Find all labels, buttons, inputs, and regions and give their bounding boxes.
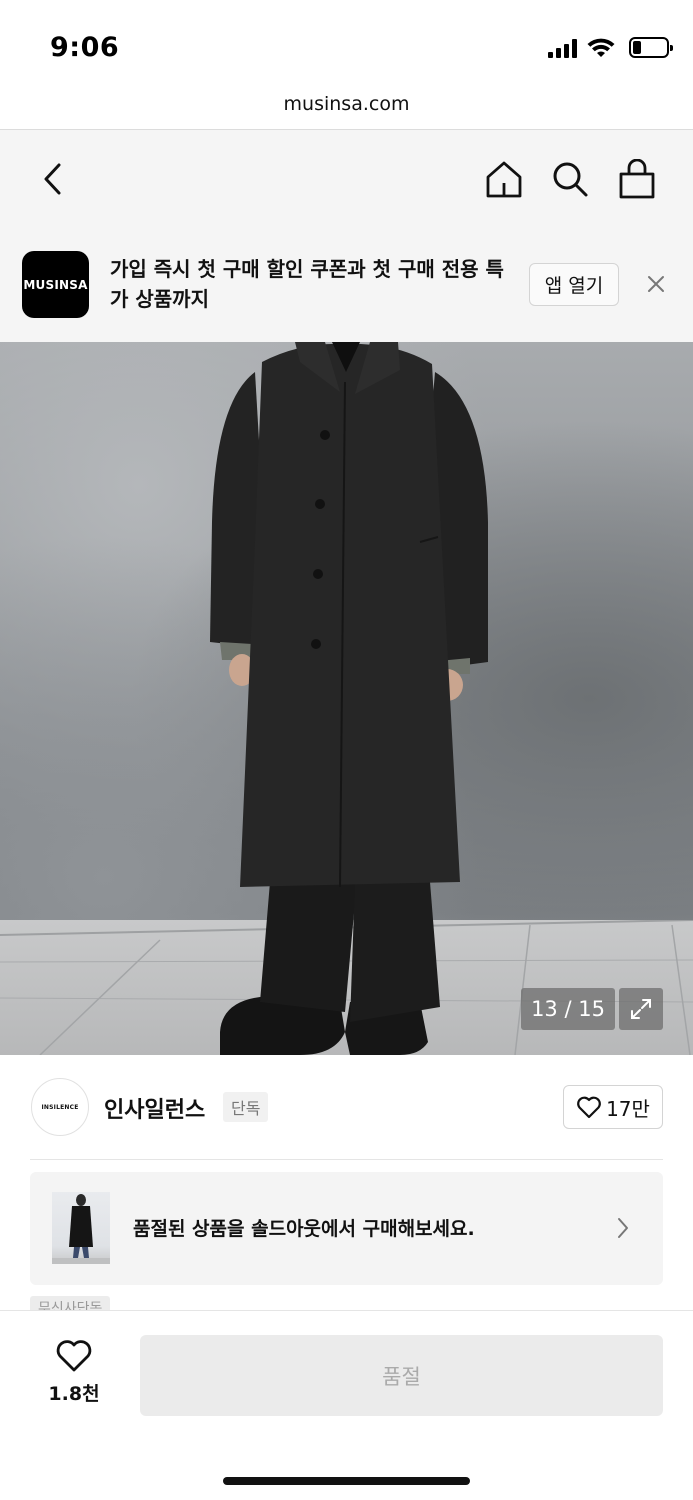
expand-icon [631,999,651,1019]
soldout-thumbnail [52,1192,110,1264]
brand-like-button[interactable]: 17만 [563,1085,663,1129]
home-button[interactable] [479,154,529,204]
shopping-bag-icon [619,159,655,199]
back-button[interactable] [28,154,78,204]
musinsa-app-logo: MUSINSA [22,251,89,318]
search-icon [553,162,588,197]
brand-name[interactable]: 인사일런스 [104,1092,205,1124]
wishlist-button[interactable]: 1.8천 [30,1339,118,1419]
sold-out-button[interactable]: 품절 [140,1335,663,1416]
banner-close-button[interactable] [640,268,672,300]
brand-logo[interactable]: INSILENCE [31,1078,89,1136]
heart-icon [577,1096,601,1119]
product-image-gallery[interactable]: 13 / 15 [0,342,693,1055]
exclusive-badge: 단독 [223,1092,269,1122]
soldout-message: 품절된 상품을 솔드아웃에서 구매해보세요. [133,1218,475,1240]
close-icon [648,276,664,292]
divider [30,1159,663,1160]
soldout-promo-card[interactable]: 품절된 상품을 솔드아웃에서 구매해보세요. [30,1172,663,1285]
home-icon [486,161,522,198]
home-indicator[interactable] [223,1477,470,1485]
expand-image-button[interactable] [619,988,663,1030]
heart-icon [56,1340,92,1372]
open-app-button[interactable]: 앱 열기 [529,263,619,306]
back-arrow-icon [44,163,61,195]
status-icons [548,37,673,58]
wishlist-count: 1.8천 [48,1383,100,1405]
battery-fill [633,41,641,54]
wifi-icon [587,38,615,57]
status-bar: 9:06 [0,0,693,80]
brand-row: INSILENCE 인사일런스 단독 17만 [0,1055,693,1160]
app-install-banner: MUSINSA 가입 즉시 첫 구매 할인 쿠폰과 첫 구매 전용 특가 상품까… [0,226,693,342]
product-model-photo [210,342,488,1055]
brand-like-count: 17만 [606,1096,650,1121]
top-navigation [0,130,693,226]
image-counter: 13 / 15 [521,988,615,1030]
browser-url-bar[interactable]: musinsa.com [0,80,693,130]
battery-icon [629,37,673,58]
banner-message: 가입 즉시 첫 구매 할인 쿠폰과 첫 구매 전용 특가 상품까지 [110,257,504,311]
search-button[interactable] [545,154,595,204]
url-text: musinsa.com [283,93,410,115]
chevron-right-icon [618,1218,628,1238]
cart-button[interactable] [612,154,662,204]
bottom-action-bar: 1.8천 품절 [0,1310,693,1500]
status-time: 9:06 [50,32,120,63]
cellular-signal-icon [548,38,577,58]
